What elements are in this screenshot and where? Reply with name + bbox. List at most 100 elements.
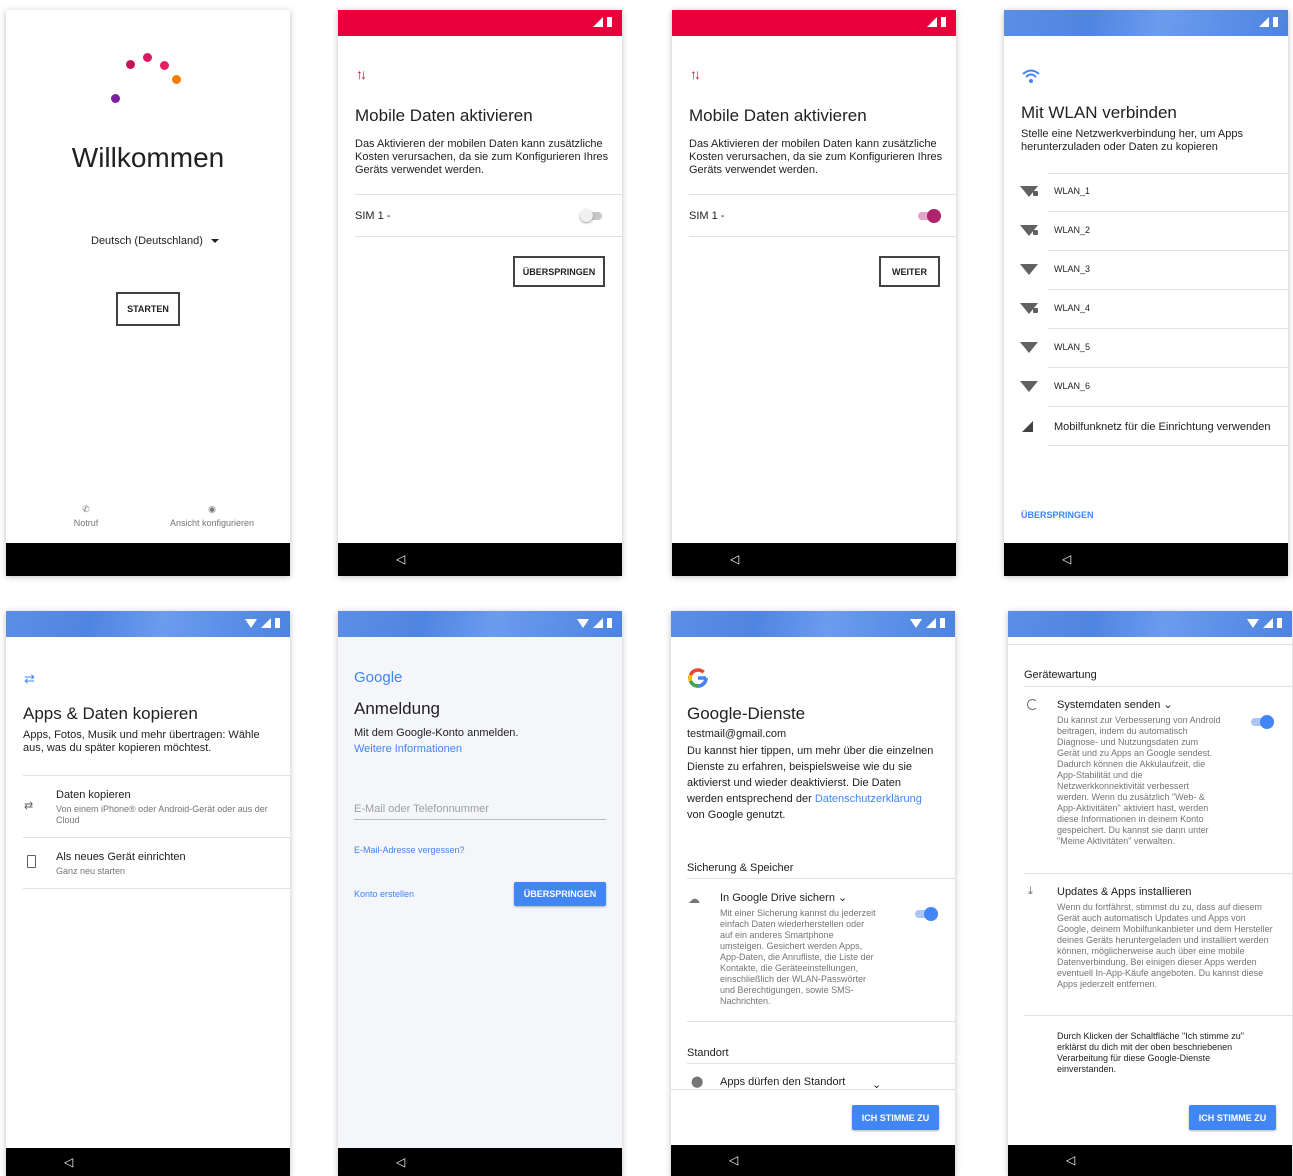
google-logo: Google (354, 669, 403, 686)
back-icon[interactable]: ◁ (729, 1153, 738, 1167)
battery-icon (607, 17, 612, 27)
navigation-bar (6, 543, 290, 576)
create-account-link[interactable]: Konto erstellen (354, 889, 414, 899)
navigation-bar: ◁ (338, 1148, 622, 1176)
system-data-title[interactable]: Systemdaten senden ⌄ (1057, 698, 1173, 711)
battery-icon (607, 618, 612, 628)
lock-icon (1033, 230, 1038, 235)
chevron-down-icon: ⌄ (1163, 699, 1173, 711)
wifi-network-item[interactable]: WLAN_3 (1004, 251, 1288, 290)
updates-description: Wenn du fortfährst, stimmst du zu, dass … (1057, 902, 1273, 989)
language-select[interactable]: Deutsch (Deutschland) (91, 235, 219, 247)
emergency-call-button[interactable]: ✆ Notruf (61, 504, 111, 529)
backup-title[interactable]: In Google Drive sichern ⌄ (720, 891, 847, 904)
section-backup: Sicherung & Speicher (687, 862, 794, 874)
backup-toggle[interactable] (915, 907, 938, 921)
welcome-title: Willkommen (71, 142, 225, 173)
more-info-link[interactable]: Weitere Informationen (354, 743, 462, 756)
navigation-bar: ◁ (6, 1148, 290, 1176)
divider (1008, 644, 1292, 645)
transfer-icon: ⇄ (24, 800, 34, 812)
new-device-option[interactable]: Als neues Gerät einrichten Ganz neu star… (6, 837, 290, 887)
description: Mit dem Google-Konto anmelden. (354, 727, 519, 739)
navigation-bar: ◁ (672, 543, 956, 576)
back-icon[interactable]: ◁ (1066, 1153, 1075, 1167)
sim-label: SIM 1 - (689, 210, 725, 222)
battery-icon (940, 618, 945, 628)
location-title[interactable]: Apps dürfen den Standort (720, 1076, 845, 1088)
eye-icon: ◉ (208, 504, 216, 514)
back-icon[interactable]: ◁ (396, 552, 405, 566)
status-bar (672, 10, 956, 36)
privacy-link[interactable]: Datenschutzerklärung (815, 793, 922, 805)
sim-toggle[interactable] (580, 209, 602, 222)
phone-icon: ✆ (82, 504, 90, 514)
accept-button[interactable]: ICH STIMME ZU (1189, 1105, 1276, 1130)
back-icon[interactable]: ◁ (730, 552, 739, 566)
signal-icon (927, 17, 937, 27)
status-bar (338, 10, 622, 36)
back-icon[interactable]: ◁ (64, 1155, 73, 1169)
signal-icon (593, 618, 603, 628)
divider (23, 888, 290, 889)
wifi-status-icon (577, 618, 589, 628)
status-bar (338, 611, 622, 637)
data-transfer-icon: ↑↓ (356, 66, 367, 82)
back-icon[interactable]: ◁ (396, 1155, 405, 1169)
status-bar (671, 611, 955, 637)
divider (689, 194, 956, 195)
system-data-toggle[interactable] (1251, 715, 1274, 729)
battery-icon (1273, 17, 1278, 27)
google-g-icon (687, 667, 709, 694)
wifi-network-item[interactable]: WLAN_2 (1004, 212, 1288, 251)
backup-title-text: In Google Drive sichern (720, 892, 835, 904)
divider (687, 878, 955, 879)
consent-text: Durch Klicken der Schaltfläche "Ich stim… (1057, 1031, 1244, 1074)
section-location: Standort (687, 1047, 729, 1059)
navigation-bar: ◁ (1008, 1145, 1292, 1176)
accept-button[interactable]: ICH STIMME ZU (852, 1105, 939, 1130)
option-subtitle: Ganz neu starten (56, 866, 126, 876)
updates-title: Updates & Apps installieren (1057, 886, 1192, 898)
skip-button[interactable]: ÜBERSPRINGEN (513, 256, 605, 287)
chevron-down-icon: ⌄ (838, 892, 848, 904)
mobile-network-option[interactable]: Mobilfunknetz für die Einrichtung verwen… (1004, 407, 1288, 446)
battery-icon (275, 618, 280, 628)
section-maintenance: Gerätewartung (1024, 669, 1097, 681)
sim-label: SIM 1 - (355, 210, 391, 222)
wifi-network-item[interactable]: WLAN_6 (1004, 368, 1288, 407)
data-transfer-icon: ↑↓ (690, 66, 701, 82)
divider (1048, 445, 1288, 446)
wifi-network-name: WLAN_3 (1054, 264, 1091, 274)
skip-button[interactable]: ÜBERSPRINGEN (514, 882, 606, 906)
option-subtitle: Von einem iPhone® oder Android-Gerät ode… (56, 804, 268, 825)
view-config-label: Ansicht konfigurieren (169, 518, 255, 528)
screen-google-services: Google-Dienste testmail@gmail.com Du kan… (671, 611, 955, 1176)
email-placeholder: E-Mail oder Telefonnummer (354, 803, 489, 815)
view-config-button[interactable]: ◉ Ansicht konfigurieren (166, 504, 258, 529)
sim-toggle[interactable] (918, 209, 941, 223)
page-title: Anmeldung (354, 699, 441, 718)
wifi-network-item[interactable]: WLAN_5 (1004, 329, 1288, 368)
divider (687, 1063, 955, 1064)
divider (355, 236, 622, 237)
status-bar (1008, 611, 1292, 637)
page-title: Mobile Daten aktivieren (689, 106, 867, 125)
wifi-network-item[interactable]: WLAN_4 (1004, 290, 1288, 329)
start-button[interactable]: STARTEN (116, 292, 180, 326)
toggle-knob (1260, 715, 1274, 729)
forgot-email-link[interactable]: E-Mail-Adresse vergessen? (354, 845, 465, 855)
screen-copy-data: ⇄ Apps & Daten kopieren Apps, Fotos, Mus… (6, 611, 290, 1176)
back-icon[interactable]: ◁ (1062, 552, 1071, 566)
brand-logo (106, 50, 196, 110)
transfer-icon: ⇄ (24, 671, 35, 686)
copy-data-option[interactable]: ⇄ Daten kopieren Von einem iPhone® oder … (6, 775, 290, 837)
skip-link[interactable]: ÜBERSPRINGEN (1021, 510, 1094, 520)
email-field[interactable]: E-Mail oder Telefonnummer (354, 799, 606, 820)
wifi-network-item[interactable]: WLAN_1 (1004, 173, 1288, 212)
page-title: Apps & Daten kopieren (23, 704, 198, 723)
phone-outline-icon (27, 855, 36, 868)
divider (355, 194, 622, 195)
next-button[interactable]: WEITER (879, 256, 940, 287)
option-title: Daten kopieren (56, 789, 131, 801)
